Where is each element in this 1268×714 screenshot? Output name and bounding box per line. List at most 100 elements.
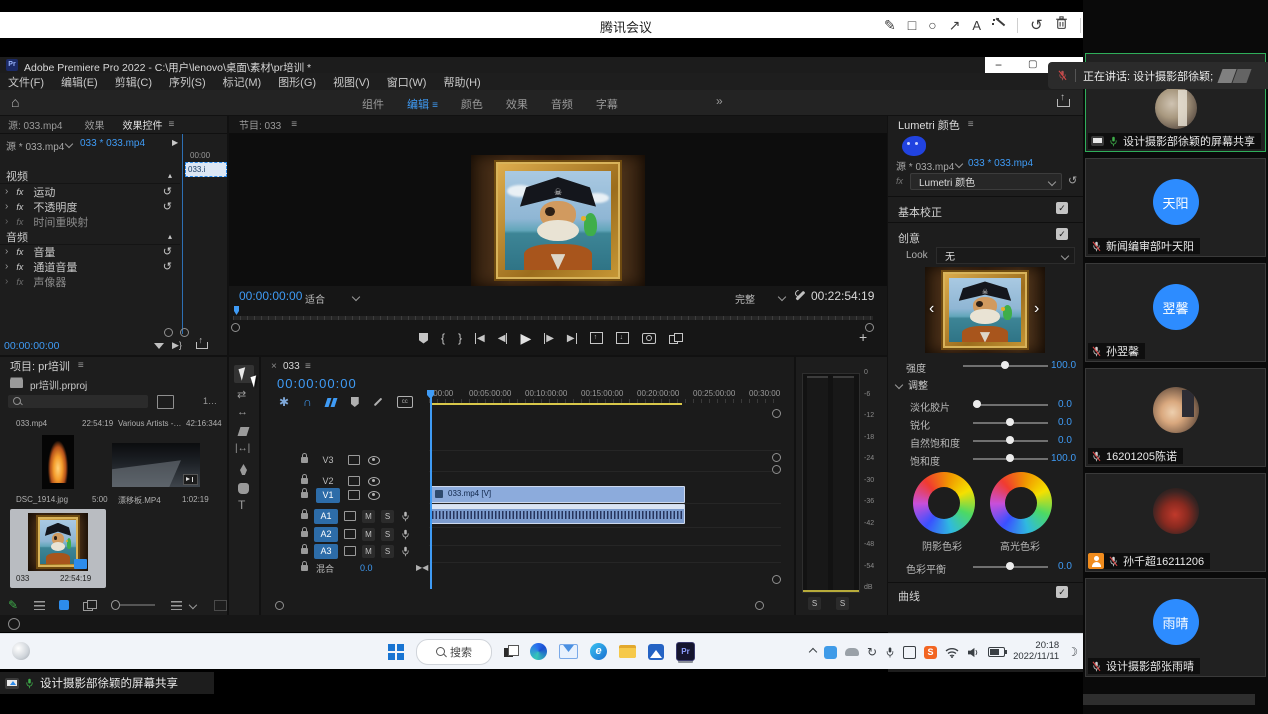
- disclosure-icon[interactable]: ›: [5, 216, 8, 227]
- voiceover-mic-icon[interactable]: [400, 529, 411, 540]
- chevron-down-icon[interactable]: [352, 293, 360, 301]
- effect-row-time-remap[interactable]: › fx 时间重映射: [0, 214, 180, 229]
- basic-correction-checkbox[interactable]: ✓: [1056, 202, 1068, 214]
- scrollbar-handle[interactable]: [772, 575, 781, 584]
- extract-icon[interactable]: ↓: [616, 332, 629, 344]
- tab-effect-controls[interactable]: 效果控件: [122, 117, 162, 132]
- track-label[interactable]: A2: [314, 527, 338, 542]
- trash-icon[interactable]: [1055, 16, 1068, 35]
- panel-menu-icon[interactable]: ≡: [305, 361, 311, 372]
- lift-icon[interactable]: ↑: [590, 332, 603, 344]
- project-file-name[interactable]: pr培训.prproj: [30, 377, 87, 392]
- chevron-down-icon[interactable]: [65, 140, 73, 148]
- track-label[interactable]: V3: [316, 453, 340, 468]
- saturation-value[interactable]: 100.0: [1051, 453, 1076, 464]
- look-preview-thumbnail[interactable]: ☠: [925, 267, 1045, 353]
- solo-button[interactable]: S: [381, 528, 394, 541]
- panel-menu-icon[interactable]: ≡: [168, 119, 174, 130]
- timeline-playhead[interactable]: [430, 397, 432, 589]
- reset-icon[interactable]: ↺: [163, 245, 172, 258]
- razor-tool[interactable]: [238, 427, 250, 436]
- reset-icon[interactable]: ↺: [163, 200, 172, 213]
- tint-balance-value[interactable]: 0.0: [1058, 561, 1072, 572]
- effect-row-opacity[interactable]: › fx 不透明度 ↺: [0, 199, 180, 214]
- ripple-edit-tool[interactable]: ↔: [237, 406, 248, 418]
- item-name[interactable]: 漂移板.MP4: [118, 495, 161, 506]
- vibrance-value[interactable]: 0.0: [1058, 435, 1072, 446]
- menu-sequence[interactable]: 序列(S): [169, 74, 206, 90]
- ecp-timecode[interactable]: 00:00:00:00: [4, 340, 59, 352]
- minimize-button[interactable]: −: [995, 58, 1002, 72]
- maximize-button[interactable]: ▢: [1028, 59, 1037, 70]
- search-bin-icon[interactable]: [157, 395, 174, 409]
- timeline-tab-close-icon[interactable]: ×: [271, 361, 277, 372]
- ecp-splitter[interactable]: [182, 134, 183, 334]
- track-label[interactable]: A3: [314, 544, 338, 559]
- export-frame-icon[interactable]: [642, 333, 656, 344]
- sort-icon[interactable]: [171, 601, 182, 610]
- disclosure-icon[interactable]: ›: [5, 276, 8, 287]
- source-patch-icon[interactable]: [344, 546, 356, 556]
- timeline-settings-wrench-icon[interactable]: [373, 397, 383, 407]
- section-audio[interactable]: 音频: [6, 229, 28, 245]
- track-header-v1[interactable]: V1: [291, 487, 427, 503]
- notifications-moon-icon[interactable]: ☽: [1067, 645, 1078, 659]
- go-to-out-icon[interactable]: ▶: [567, 333, 577, 344]
- disclosure-icon[interactable]: ›: [5, 261, 8, 272]
- mark-in-icon[interactable]: {: [441, 331, 445, 345]
- menu-graphics[interactable]: 图形(G): [278, 74, 316, 90]
- panel-menu-icon[interactable]: ≡: [968, 119, 974, 130]
- browser-e-icon[interactable]: e: [590, 643, 607, 660]
- timeline-audio-clip[interactable]: [431, 504, 685, 524]
- source-patch-icon[interactable]: [348, 476, 360, 486]
- menu-window[interactable]: 窗口(W): [387, 74, 427, 90]
- onedrive-cloud-icon[interactable]: [845, 648, 859, 656]
- reset-icon[interactable]: ↺: [163, 185, 172, 198]
- timeline-video-clip[interactable]: 033.mp4 [V]: [431, 486, 685, 503]
- start-button[interactable]: [388, 644, 404, 660]
- tray-mic-icon[interactable]: [885, 646, 895, 659]
- lock-icon[interactable]: [301, 531, 308, 537]
- pen-tool[interactable]: [240, 464, 247, 475]
- sharpen-value[interactable]: 0.0: [1058, 417, 1072, 428]
- tab-menu-icon[interactable]: ≡: [432, 100, 438, 111]
- edge-icon[interactable]: [530, 643, 547, 660]
- project-search-input[interactable]: [8, 395, 148, 408]
- pen-icon[interactable]: ✎: [884, 18, 896, 32]
- panel-menu-icon[interactable]: ≡: [78, 360, 84, 371]
- chevron-down-icon[interactable]: [955, 160, 963, 168]
- effect-row-channel-volume[interactable]: › fx 通道音量 ↺: [0, 259, 180, 274]
- lock-icon[interactable]: [301, 513, 308, 519]
- chevron-down-icon[interactable]: [189, 601, 197, 609]
- tint-balance-slider[interactable]: [973, 561, 1048, 573]
- track-header-a3[interactable]: A3 M S: [291, 543, 427, 559]
- zoom-out-handle[interactable]: [164, 328, 173, 337]
- project-thumb-video[interactable]: [112, 443, 200, 487]
- zoom-slider-knob[interactable]: [111, 600, 120, 610]
- task-view-icon[interactable]: [504, 645, 518, 659]
- widgets-icon[interactable]: [12, 642, 30, 660]
- participant-tile[interactable]: 天阳 新闻编审部叶天阳: [1085, 158, 1266, 257]
- arrow-icon[interactable]: ↗: [949, 18, 961, 32]
- laser-wand-icon[interactable]: [993, 19, 1005, 31]
- solo-right-button[interactable]: S: [836, 597, 849, 610]
- eye-icon[interactable]: [368, 477, 380, 486]
- mute-button[interactable]: M: [362, 545, 375, 558]
- track-header-v3[interactable]: V3: [291, 452, 427, 468]
- saturation-slider[interactable]: [973, 453, 1048, 465]
- track-header-a2[interactable]: A2 M S: [291, 526, 427, 542]
- lumetri-effect-select[interactable]: Lumetri 颜色: [910, 173, 1062, 190]
- add-button-icon[interactable]: +: [859, 329, 867, 345]
- mail-icon[interactable]: [559, 644, 578, 659]
- disclosure-icon[interactable]: ›: [5, 201, 8, 212]
- solo-button[interactable]: S: [381, 510, 394, 523]
- zoom-slider-track[interactable]: [120, 604, 155, 606]
- ecp-clip-chip[interactable]: 033.i: [185, 162, 227, 177]
- quick-export-icon[interactable]: ↑: [1057, 95, 1069, 107]
- battery-icon[interactable]: [988, 647, 1005, 657]
- lock-icon[interactable]: [301, 565, 308, 571]
- menu-edit[interactable]: 编辑(E): [61, 74, 98, 90]
- source-patch-icon[interactable]: [348, 490, 360, 500]
- tab-effects[interactable]: 效果: [506, 96, 528, 112]
- scrollbar-handle[interactable]: [275, 601, 284, 610]
